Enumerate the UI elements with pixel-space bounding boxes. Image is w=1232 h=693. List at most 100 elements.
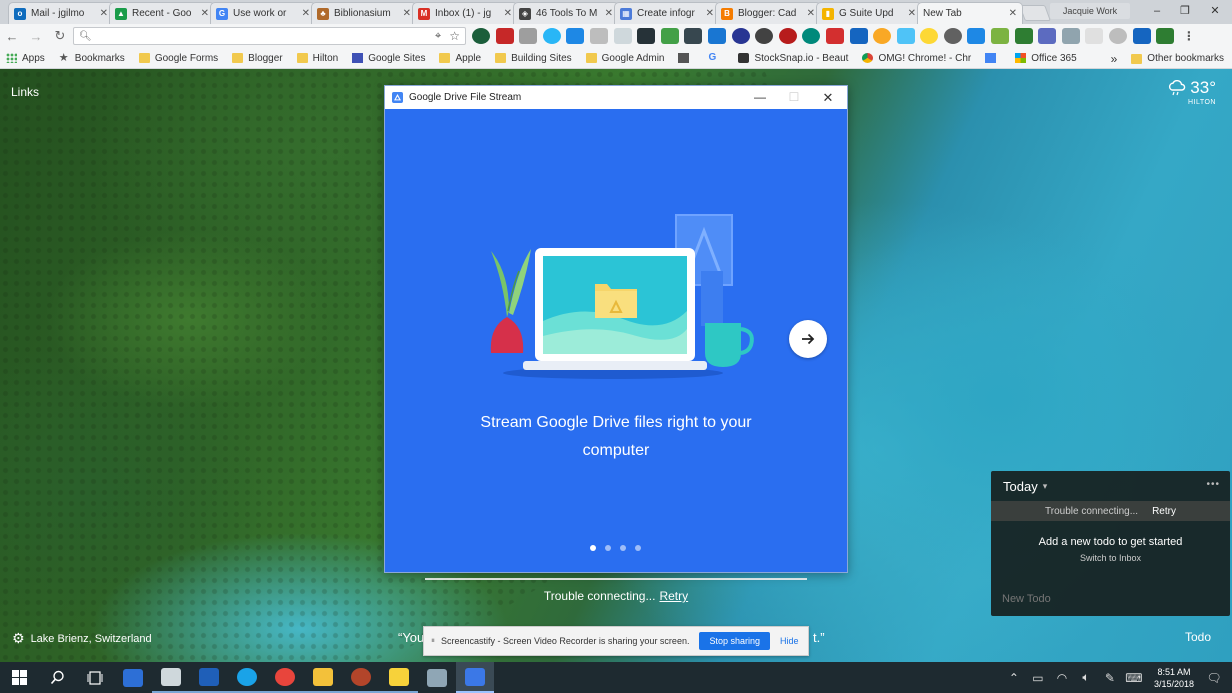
taskbar-app-cloud[interactable]	[152, 662, 190, 693]
page-dot[interactable]	[635, 545, 641, 551]
more-options-icon[interactable]: •••	[1206, 479, 1220, 490]
extension-icon[interactable]	[731, 28, 750, 44]
volume-icon[interactable]: 🔈︎	[1074, 670, 1098, 685]
tab-close-icon[interactable]: ✕	[302, 8, 310, 19]
bookmark-item[interactable]: Building Sites	[495, 53, 572, 64]
extension-icon[interactable]	[755, 28, 774, 44]
tab[interactable]: o Mail - jgilmo ✕	[8, 2, 114, 24]
minimize-icon[interactable]: —	[743, 86, 777, 109]
extension-icon[interactable]	[660, 28, 679, 44]
tab-close-icon[interactable]: ✕	[201, 8, 209, 19]
restore-icon[interactable]: ❐	[1171, 2, 1199, 20]
settings-gear-icon[interactable]: ⚙	[12, 630, 25, 647]
tab[interactable]: M Inbox (1) - jg ✕	[412, 2, 518, 24]
tab[interactable]: G Use work or ✕	[210, 2, 316, 24]
extension-icon[interactable]	[613, 28, 632, 44]
extension-icon[interactable]	[472, 28, 490, 44]
tab[interactable]: ▮ G Suite Upd ✕	[816, 2, 922, 24]
chrome-menu-icon[interactable]: ⋮	[1180, 28, 1198, 44]
taskbar-app-file-explorer[interactable]	[304, 662, 342, 693]
bookmark-item[interactable]: Google Forms	[138, 53, 218, 64]
tab[interactable]: B Blogger: Cad ✕	[715, 2, 821, 24]
close-icon[interactable]: ✕	[811, 86, 845, 109]
profile-name[interactable]: Jacquie Work	[1050, 3, 1130, 19]
todo-toggle[interactable]: Todo	[1185, 630, 1211, 644]
chevron-up-icon[interactable]: ⌃	[1002, 671, 1026, 685]
extension-icon[interactable]	[707, 28, 726, 44]
tab-close-icon[interactable]: ✕	[100, 8, 108, 19]
page-dot[interactable]	[590, 545, 596, 551]
reload-icon[interactable]: ↻	[48, 25, 72, 47]
extension-icon[interactable]	[896, 28, 915, 44]
forward-icon[interactable]: →	[24, 25, 48, 47]
tab[interactable]: ◈ 46 Tools To M ✕	[513, 2, 619, 24]
bookmark-item[interactable]	[985, 53, 1001, 63]
page-dot[interactable]	[605, 545, 611, 551]
minimize-icon[interactable]: –	[1143, 2, 1171, 20]
bookmark-star-icon[interactable]: ☆	[449, 29, 460, 43]
extension-icon[interactable]	[825, 28, 844, 44]
bookmark-item[interactable]: OMG! Chrome! - Chr	[862, 53, 971, 64]
taskbar-app-drive-file-stream[interactable]	[456, 662, 494, 693]
bookmark-item[interactable]: Google Admin	[585, 53, 664, 64]
extension-icon[interactable]	[1014, 28, 1033, 44]
links-menu[interactable]: Links	[11, 85, 39, 99]
wifi-icon[interactable]: ◠	[1050, 671, 1074, 685]
search-button[interactable]	[38, 662, 76, 693]
extension-icon[interactable]	[566, 28, 585, 44]
switch-to-inbox-link[interactable]: Switch to Inbox	[991, 553, 1230, 563]
extension-icon[interactable]	[849, 28, 868, 44]
tab-close-icon[interactable]: ✕	[807, 8, 815, 19]
extension-icon[interactable]	[684, 28, 703, 44]
close-window-icon[interactable]: ✕	[1201, 2, 1229, 20]
retry-link[interactable]: Retry	[659, 589, 688, 603]
bookmark-item[interactable]: StockSnap.io - Beaut	[738, 53, 848, 64]
bookmark-item[interactable]: Hilton	[296, 53, 338, 64]
bookmark-item[interactable]: Apps	[6, 53, 45, 64]
bookmark-item[interactable]: G	[708, 53, 724, 63]
todo-retry-link[interactable]: Retry	[1152, 506, 1176, 517]
next-arrow-button[interactable]	[789, 320, 827, 358]
tab-close-icon[interactable]: ✕	[605, 8, 613, 19]
bookmark-item[interactable]: Office 365	[1015, 53, 1077, 64]
hide-button[interactable]: Hide	[780, 636, 799, 646]
taskbar-app-mail[interactable]	[114, 662, 152, 693]
extension-icon[interactable]	[1038, 28, 1057, 44]
location-icon[interactable]: ⌖	[435, 30, 441, 43]
tab-close-icon[interactable]: ✕	[1009, 8, 1017, 19]
extension-icon[interactable]	[542, 28, 561, 44]
bookmark-item[interactable]: Apple	[439, 53, 481, 64]
bookmarks-overflow-icon[interactable]: »	[1111, 52, 1118, 66]
extension-icon[interactable]	[637, 28, 656, 44]
tab-close-icon[interactable]: ✕	[706, 8, 714, 19]
page-dot[interactable]	[620, 545, 626, 551]
address-bar[interactable]: 🔍︎ ⌖ ☆	[73, 27, 466, 45]
taskbar-app-chrome-canary[interactable]	[342, 662, 380, 693]
tab[interactable]: ▦ Create infogr ✕	[614, 2, 720, 24]
taskbar-app-chrome[interactable]	[266, 662, 304, 693]
extension-icon[interactable]	[1132, 28, 1151, 44]
taskbar-app-publisher[interactable]	[190, 662, 228, 693]
new-todo-input[interactable]	[1002, 593, 1202, 605]
task-view-button[interactable]	[76, 662, 114, 693]
bookmark-item[interactable]: ★ Bookmarks	[59, 53, 125, 64]
extension-icon[interactable]	[1109, 28, 1128, 44]
extension-icon[interactable]	[920, 28, 939, 44]
tab-close-icon[interactable]: ✕	[504, 8, 512, 19]
extension-icon[interactable]	[1061, 28, 1080, 44]
battery-icon[interactable]: ▭	[1026, 671, 1050, 685]
extension-icon[interactable]	[1156, 28, 1175, 44]
extension-icon[interactable]	[873, 28, 892, 44]
tab[interactable]: ♣ Biblionasium ✕	[311, 2, 417, 24]
taskbar-app-calculator[interactable]	[418, 662, 456, 693]
keyboard-icon[interactable]: ⌨	[1122, 671, 1146, 685]
address-input[interactable]	[95, 30, 436, 42]
taskbar-app-skype[interactable]	[228, 662, 266, 693]
taskbar-app-sticky-notes[interactable]	[380, 662, 418, 693]
extension-icon[interactable]	[519, 28, 538, 44]
back-icon[interactable]: ←	[0, 25, 24, 47]
pen-icon[interactable]: ✎	[1098, 671, 1122, 685]
weather-widget[interactable]: 33° HILTON	[1168, 78, 1216, 106]
other-bookmarks[interactable]: Other bookmarks	[1147, 53, 1224, 64]
tab[interactable]: New Tab ✕	[917, 2, 1023, 24]
